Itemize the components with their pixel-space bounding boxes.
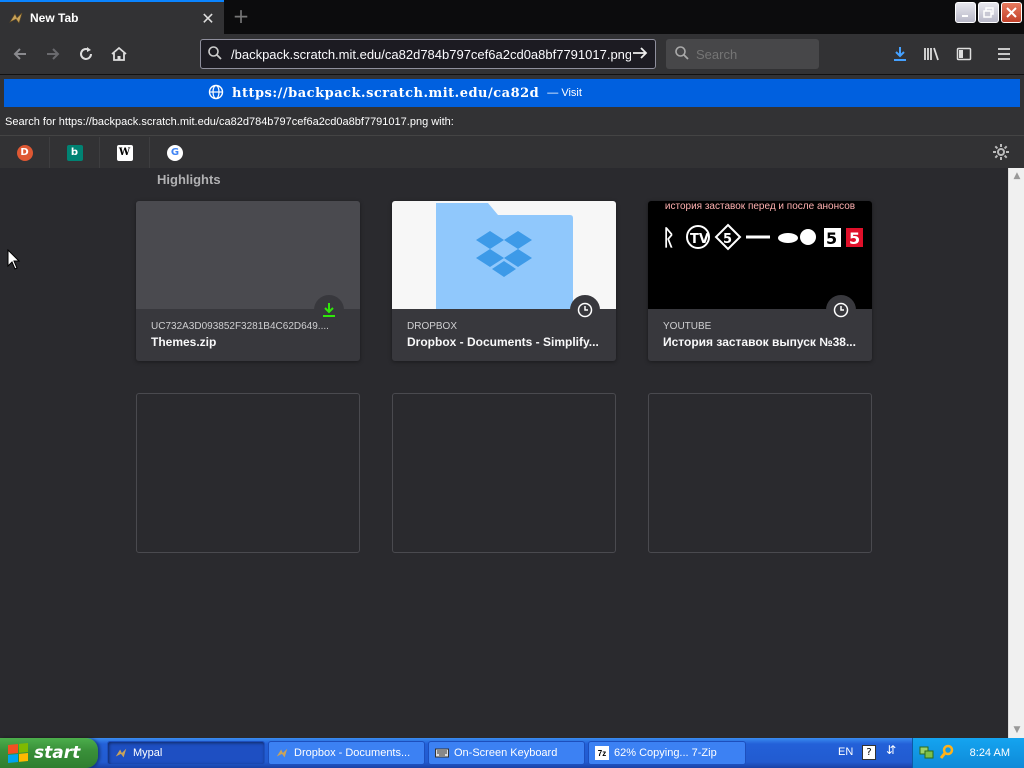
start-label: start	[34, 743, 81, 763]
new-tab-button[interactable]: +	[229, 4, 253, 28]
task-label: Mypal	[133, 747, 163, 759]
taskbar-item-dropbox[interactable]: Dropbox - Documents...	[268, 741, 425, 765]
mypal-logo-icon	[114, 746, 128, 760]
7zip-icon: 7z	[595, 746, 609, 760]
menu-icon[interactable]	[990, 40, 1018, 68]
downloads-icon[interactable]	[886, 40, 914, 68]
empty-card-placeholder	[392, 393, 616, 553]
start-button[interactable]: start	[0, 738, 98, 768]
empty-card-placeholder	[136, 393, 360, 553]
card-host: YOUTUBE	[663, 321, 712, 332]
search-bar[interactable]	[666, 39, 819, 69]
url-autocomplete-popup: https://backpack.scratch.mit.edu/ca82d —…	[0, 74, 1024, 169]
card-title: История заставок выпуск №38...	[663, 335, 856, 349]
go-arrow-icon[interactable]	[631, 45, 649, 64]
mypal-logo-icon	[8, 10, 24, 26]
new-tab-page: Highlights UC732A3D093852F3281B4C62D649.…	[0, 168, 1008, 738]
card-thumbnail	[136, 201, 360, 309]
search-tray-icon[interactable]	[939, 744, 955, 763]
thumbnail-caption: история заставок перед и после анонсов	[664, 201, 856, 212]
network-icon[interactable]	[919, 744, 935, 763]
system-tray: 8:24 AM	[912, 738, 1024, 768]
autocomplete-result-row[interactable]: https://backpack.scratch.mit.edu/ca82d —…	[4, 79, 1020, 107]
tv-logos-image: ᚱ TV 5 5 5	[662, 223, 863, 251]
window-controls	[955, 2, 1022, 23]
address-bar[interactable]: /backpack.scratch.mit.edu/ca82d784b797ce…	[200, 39, 656, 69]
card-title: Dropbox - Documents - Simplify...	[407, 335, 599, 349]
mypal-logo-icon	[275, 746, 289, 760]
gear-icon[interactable]	[992, 143, 1010, 166]
google-icon: G	[167, 144, 183, 161]
engine-google[interactable]: G	[150, 137, 200, 169]
highlight-card[interactable]: UC732A3D093852F3281B4C62D649.... Themes.…	[136, 201, 360, 361]
taskbar: start Mypal Dropbox - Documents... On-Sc…	[0, 738, 1024, 768]
navigation-bar: /backpack.scratch.mit.edu/ca82d784b797ce…	[0, 34, 1024, 74]
wikipedia-icon: W	[116, 144, 133, 161]
svg-text:ᚱ: ᚱ	[662, 226, 675, 251]
autocomplete-url: https://backpack.scratch.mit.edu/ca82d	[232, 85, 540, 101]
clock[interactable]: 8:24 AM	[970, 747, 1010, 759]
mouse-cursor-icon	[7, 248, 21, 274]
tab-strip: New Tab ✕ +	[0, 0, 1024, 34]
search-input[interactable]	[696, 46, 806, 62]
reload-button[interactable]	[72, 40, 100, 68]
highlight-card[interactable]: история заставок перед и после анонсов ᚱ…	[648, 201, 872, 361]
close-tab-icon[interactable]: ✕	[200, 9, 216, 28]
search-engine-list: D b W G	[0, 135, 1024, 169]
input-options-icon[interactable]: ⇵	[886, 743, 896, 757]
search-icon	[207, 45, 223, 64]
card-title: Themes.zip	[151, 335, 217, 349]
highlight-card[interactable]: DROPBOX Dropbox - Documents - Simplify..…	[392, 201, 616, 361]
card-host: DROPBOX	[407, 321, 458, 332]
engine-duckduckgo[interactable]: D	[0, 136, 50, 169]
help-icon[interactable]: ?	[862, 745, 876, 760]
duckduckgo-icon: D	[16, 144, 33, 161]
scroll-up-icon[interactable]: ▲	[1009, 168, 1024, 184]
dropbox-folder-icon	[436, 203, 573, 309]
vertical-scrollbar[interactable]: ▲ ▼	[1008, 168, 1024, 738]
tab-title: New Tab	[30, 11, 79, 25]
taskbar-item-7zip[interactable]: 7z 62% Copying... 7-Zip	[588, 741, 746, 765]
taskbar-item-mypal[interactable]: Mypal	[107, 741, 265, 765]
empty-card-placeholder	[648, 393, 872, 553]
bing-icon: b	[66, 144, 83, 161]
card-host: UC732A3D093852F3281B4C62D649....	[151, 321, 329, 332]
globe-icon	[208, 84, 224, 103]
scroll-down-icon[interactable]: ▼	[1009, 722, 1024, 738]
task-label: 62% Copying... 7-Zip	[614, 747, 717, 759]
sidebar-icon[interactable]	[950, 40, 978, 68]
tab-new-tab[interactable]: New Tab ✕	[0, 0, 224, 34]
keyboard-icon	[435, 746, 449, 760]
search-for-label: Search for https://backpack.scratch.mit.…	[5, 116, 454, 128]
windows-logo-icon	[8, 742, 28, 764]
svg-text:5: 5	[723, 232, 732, 247]
address-bar-text: /backpack.scratch.mit.edu/ca82d784b797ce…	[231, 46, 631, 62]
engine-bing[interactable]: b	[50, 136, 100, 169]
svg-text:TV: TV	[690, 232, 709, 247]
language-indicator[interactable]: EN	[838, 746, 853, 758]
svg-text:5: 5	[826, 229, 837, 248]
taskbar-item-onscreen-keyboard[interactable]: On-Screen Keyboard	[428, 741, 585, 765]
card-thumbnail: история заставок перед и после анонсов ᚱ…	[648, 201, 872, 309]
svg-text:5: 5	[849, 229, 860, 248]
task-label: On-Screen Keyboard	[454, 747, 558, 759]
toolbar-right	[886, 40, 1018, 68]
forward-button[interactable]	[39, 40, 67, 68]
section-title-highlights: Highlights	[157, 172, 221, 187]
back-button[interactable]	[6, 40, 34, 68]
task-label: Dropbox - Documents...	[294, 747, 411, 759]
home-button[interactable]	[105, 40, 133, 68]
restore-button[interactable]	[978, 2, 999, 23]
autocomplete-action: — Visit	[547, 87, 582, 99]
minimize-button[interactable]	[955, 2, 976, 23]
card-thumbnail	[392, 201, 616, 309]
close-window-button[interactable]	[1001, 2, 1022, 23]
engine-wikipedia[interactable]: W	[100, 136, 150, 169]
search-icon	[674, 45, 690, 64]
library-icon[interactable]	[918, 40, 946, 68]
